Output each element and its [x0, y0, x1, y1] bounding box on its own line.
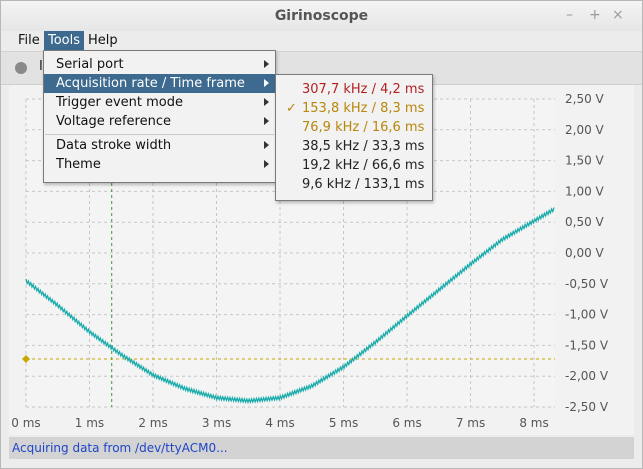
menu-item-data-stroke-width[interactable]: Data stroke width — [44, 136, 275, 155]
rate-option[interactable]: 76,9 kHz / 16,6 ms — [276, 118, 432, 137]
menu-item-trigger-event-mode[interactable]: Trigger event mode — [44, 93, 275, 112]
chevron-right-icon — [264, 60, 269, 68]
x-tick-label: 1 ms — [75, 416, 104, 430]
x-tick-label: 5 ms — [329, 416, 358, 430]
acquisition-rate-submenu: 307,7 kHz / 4,2 ms ✓ 153,8 kHz / 8,3 ms … — [275, 74, 433, 201]
y-tick-label: -1,00 V — [565, 308, 609, 322]
x-tick-label: 6 ms — [392, 416, 421, 430]
chevron-right-icon — [264, 79, 269, 87]
menu-item-theme[interactable]: Theme — [44, 155, 275, 174]
rate-option-label: 307,7 kHz / 4,2 ms — [302, 82, 425, 97]
chevron-right-icon — [264, 141, 269, 149]
x-tick-label: 0 ms — [11, 416, 40, 430]
rate-option[interactable]: 307,7 kHz / 4,2 ms — [276, 80, 432, 99]
window-title: Girinoscope — [274, 8, 369, 24]
y-tick-label: -0,50 V — [565, 277, 609, 291]
status-text: Acquiring data from /dev/ttyACM0... — [12, 441, 228, 455]
rate-option-label: 19,2 kHz / 66,6 ms — [302, 158, 425, 173]
rate-option-label: 153,8 kHz / 8,3 ms — [302, 101, 425, 116]
y-tick-label: 2,00 V — [565, 123, 605, 137]
minimize-button[interactable]: – — [566, 7, 573, 23]
x-tick-label: 3 ms — [202, 416, 231, 430]
y-tick-label: -1,50 V — [565, 338, 609, 352]
rate-option-label: 9,6 kHz / 133,1 ms — [302, 177, 425, 192]
check-icon: ✓ — [286, 101, 297, 116]
chevron-right-icon — [264, 98, 269, 106]
rate-option-label: 38,5 kHz / 33,3 ms — [302, 139, 425, 154]
x-tick-label: 8 ms — [519, 416, 548, 430]
y-tick-label: -2,50 V — [565, 400, 609, 414]
x-tick-label: 7 ms — [456, 416, 485, 430]
menu-item-acquisition-rate[interactable]: Acquisition rate / Time frame — [44, 74, 275, 93]
menu-separator — [45, 134, 274, 135]
y-tick-label: 1,00 V — [565, 184, 605, 198]
close-button[interactable]: × — [612, 7, 624, 23]
title-bar[interactable]: Girinoscope – + × — [1, 1, 642, 31]
rate-option[interactable]: ✓ 153,8 kHz / 8,3 ms — [276, 99, 432, 118]
menu-bar: File Tools Help — [1, 31, 642, 51]
y-tick-label: 0,50 V — [565, 215, 605, 229]
acquisition-status-icon[interactable] — [15, 62, 27, 74]
rate-option-label: 76,9 kHz / 16,6 ms — [302, 120, 425, 135]
menu-tools[interactable]: Tools — [44, 31, 85, 51]
y-tick-label: 0,00 V — [565, 246, 605, 260]
menu-item-voltage-reference[interactable]: Voltage reference — [44, 112, 275, 131]
menu-help[interactable]: Help — [84, 31, 122, 51]
rate-option[interactable]: 38,5 kHz / 33,3 ms — [276, 137, 432, 156]
menu-file[interactable]: File — [14, 31, 44, 51]
menu-item-label: Acquisition rate / Time frame — [56, 76, 245, 91]
x-tick-label: 4 ms — [265, 416, 294, 430]
menu-item-label: Serial port — [56, 57, 124, 72]
maximize-button[interactable]: + — [589, 7, 601, 23]
y-tick-label: 1,50 V — [565, 154, 605, 168]
status-bar: Acquiring data from /dev/ttyACM0... — [9, 437, 634, 459]
rate-option[interactable]: 9,6 kHz / 133,1 ms — [276, 175, 432, 194]
menu-item-label: Trigger event mode — [56, 95, 183, 110]
menu-item-serial-port[interactable]: Serial port — [44, 55, 275, 74]
x-tick-label: 2 ms — [138, 416, 167, 430]
tools-menu-dropdown: Serial port Acquisition rate / Time fram… — [43, 50, 276, 183]
chevron-right-icon — [264, 160, 269, 168]
y-tick-label: -2,00 V — [565, 369, 609, 383]
menu-item-label: Theme — [56, 157, 101, 172]
y-tick-label: 2,50 V — [565, 92, 605, 106]
rate-option[interactable]: 19,2 kHz / 66,6 ms — [276, 156, 432, 175]
menu-item-label: Voltage reference — [56, 114, 171, 129]
chevron-right-icon — [264, 117, 269, 125]
menu-item-label: Data stroke width — [56, 138, 172, 153]
